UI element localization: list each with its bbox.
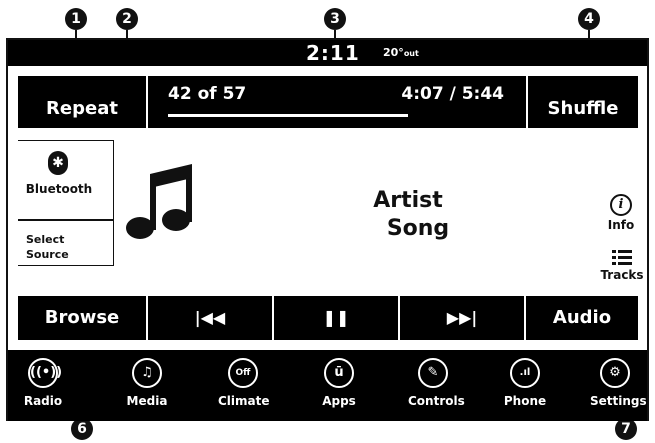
nav-label: Climate	[218, 394, 270, 408]
nav-label: Phone	[503, 394, 547, 408]
tracks-label[interactable]: Tracks	[600, 268, 644, 282]
callout-3: 3	[324, 8, 346, 30]
select-source-line1: Select	[26, 233, 65, 246]
progress-bar[interactable]	[168, 114, 408, 117]
song-title: Song	[386, 216, 450, 241]
bluetooth-source-label[interactable]: Bluetooth	[18, 182, 100, 196]
nav-media[interactable]: ♫ Media	[127, 350, 167, 421]
media-icon: ♫	[132, 358, 162, 388]
browse-button[interactable]: Browse	[18, 296, 146, 340]
nav-phone[interactable]: .ıl Phone	[504, 350, 546, 421]
nav-apps[interactable]: ū Apps	[322, 350, 356, 421]
info-icon[interactable]: i	[610, 194, 632, 216]
select-source-line2: Source	[26, 248, 69, 261]
pause-button[interactable]: ❚❚	[274, 296, 398, 340]
nav-label: Radio	[23, 394, 63, 408]
top-bar: Repeat 42 of 57 4:07 / 5:44 Shuffle	[8, 76, 647, 128]
music-note-icon	[126, 164, 192, 239]
track-time: 4:07 / 5:44	[401, 84, 504, 104]
bottom-navigation: ((•)) Radio ♫ Media Off Climate ū Apps ✎…	[8, 350, 647, 421]
previous-icon: |◀◀	[194, 308, 226, 327]
callout-1: 1	[65, 8, 87, 30]
nav-label: Controls	[408, 394, 465, 408]
callout-6: 6	[71, 418, 93, 440]
nav-radio[interactable]: ((•)) Radio	[24, 350, 62, 421]
temperature-value: 20°	[383, 46, 404, 59]
track-count: 42 of 57	[168, 84, 247, 104]
callout-2: 2	[116, 8, 138, 30]
nav-settings[interactable]: ⚙ Settings	[590, 350, 647, 421]
tracks-list-icon[interactable]	[612, 250, 632, 266]
track-progress[interactable]: 42 of 57 4:07 / 5:44	[148, 76, 526, 128]
apps-icon: ū	[324, 358, 354, 388]
clock: 2:11	[306, 41, 360, 65]
audio-label: Audio	[552, 307, 612, 328]
nav-label: Apps	[322, 394, 356, 408]
shuffle-button[interactable]: Shuffle	[528, 76, 638, 128]
nav-controls[interactable]: ✎ Controls	[408, 350, 465, 421]
bluetooth-icon[interactable]: ✱	[48, 151, 68, 175]
previous-track-button[interactable]: |◀◀	[148, 296, 272, 340]
nav-climate[interactable]: Off Climate	[218, 350, 270, 421]
callout-7: 7	[615, 418, 637, 440]
media-screen: 2:11 20°out Repeat 42 of 57 4:07 / 5:44 …	[6, 38, 649, 421]
browse-label: Browse	[44, 307, 120, 328]
phone-icon: .ıl	[510, 358, 540, 388]
nav-label: Settings	[590, 394, 647, 408]
select-source-button[interactable]: Select Source	[26, 232, 96, 262]
artist-name: Artist	[373, 188, 443, 213]
radio-icon: ((•))	[28, 358, 62, 388]
nav-label: Media	[126, 394, 168, 408]
controls-icon: ✎	[418, 358, 448, 388]
source-divider	[18, 219, 114, 221]
info-label[interactable]: Info	[606, 218, 636, 232]
climate-icon: Off	[228, 358, 258, 388]
callout-4: 4	[578, 8, 600, 30]
repeat-button[interactable]: Repeat	[18, 76, 146, 128]
status-bar: 2:11 20°out	[8, 40, 647, 66]
playback-controls: Browse |◀◀ ❚❚ ▶▶| Audio	[18, 296, 638, 340]
outside-temperature: 20°out	[383, 46, 419, 59]
shuffle-label: Shuffle	[547, 98, 619, 119]
next-track-button[interactable]: ▶▶|	[400, 296, 524, 340]
pause-icon: ❚❚	[322, 308, 350, 327]
audio-button[interactable]: Audio	[526, 296, 638, 340]
temperature-suffix: out	[403, 49, 419, 58]
settings-icon: ⚙	[600, 358, 630, 388]
next-icon: ▶▶|	[446, 308, 478, 327]
repeat-label: Repeat	[46, 98, 118, 119]
